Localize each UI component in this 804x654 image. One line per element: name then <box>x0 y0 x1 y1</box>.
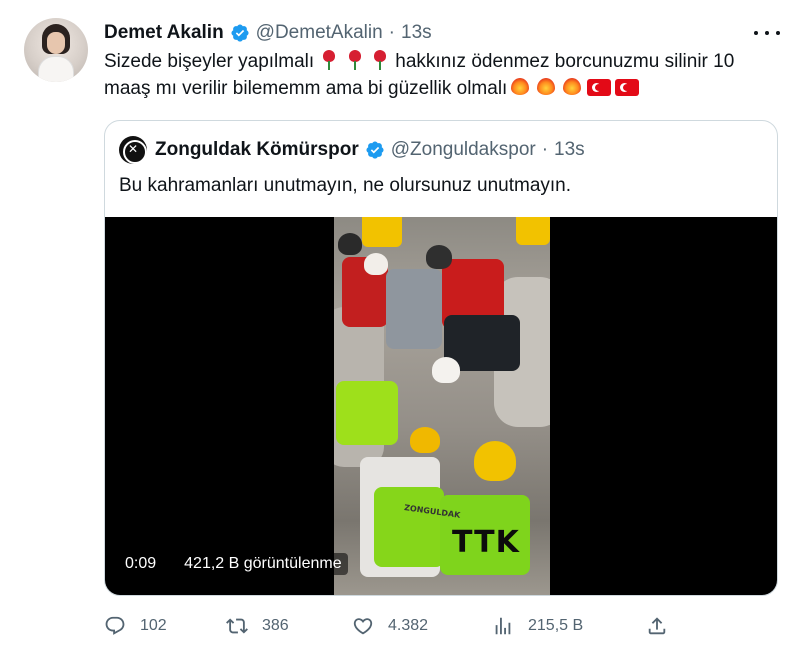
avatar-dress <box>38 56 74 82</box>
more-dot <box>776 31 780 35</box>
tweet-text-segment: Sizede bişeyler yapılmalı <box>104 51 315 72</box>
helmet <box>474 441 516 481</box>
video-duration: 0:09 <box>119 553 163 575</box>
rescuer-grey <box>386 269 442 349</box>
retweet-icon <box>226 618 248 634</box>
retweet-count: 386 <box>262 617 289 634</box>
share-button[interactable] <box>646 612 668 640</box>
reply-button[interactable]: 102 <box>104 612 167 640</box>
quoted-tweet[interactable]: Zonguldak Kömürspor @Zonguldakspor · 13s… <box>104 120 778 596</box>
retweet-button[interactable]: 386 <box>226 612 289 640</box>
tweet-time[interactable]: 13s <box>401 22 432 44</box>
quoted-tweet-text: Bu kahramanları unutmayın, ne olursunuz … <box>119 175 572 196</box>
helmet <box>432 357 460 383</box>
video-frame: ZONGULDAK TTK <box>334 217 550 595</box>
yellow-object <box>516 217 550 245</box>
views-button[interactable]: 215,5 B <box>492 612 583 640</box>
tweet-header: Demet Akalin @DemetAkalin · 13s <box>104 20 432 46</box>
separator-dot: · <box>388 22 395 43</box>
like-button[interactable]: 4.382 <box>352 612 428 640</box>
heart-on-fire-emoji-icon <box>509 75 531 97</box>
like-count: 4.382 <box>388 617 429 634</box>
avatar-face <box>47 32 65 54</box>
turkey-flag-emoji-icon <box>587 79 612 96</box>
rose-emoji-icon <box>321 50 337 70</box>
rose-emoji-icon <box>347 50 363 70</box>
author-handle[interactable]: @DemetAkalin <box>256 22 383 44</box>
tweet-text-segment: hakkınız ödenmez borcunuzmu silinir 10 <box>395 51 735 72</box>
action-bar: 102 386 4.382 215,5 B <box>104 612 678 640</box>
reply-icon <box>105 616 125 635</box>
views-icon <box>495 617 511 635</box>
quoted-author-name[interactable]: Zonguldak Kömürspor <box>155 139 359 161</box>
share-icon <box>648 617 666 635</box>
helmet <box>426 245 452 269</box>
tweet-text-segment: maaş mı verilir bilememm ama bi güzellik… <box>104 78 508 99</box>
video-info: 0:09 421,2 B görüntülenme <box>119 553 348 575</box>
tweet-text: Sizede bişeyler yapılmalı hakkınız ödenm… <box>104 48 784 102</box>
views-count: 215,5 B <box>528 617 584 634</box>
verified-badge-icon <box>366 141 384 159</box>
video-views: 421,2 B görüntülenme <box>178 553 348 575</box>
tweet-text-line-1: Sizede bişeyler yapılmalı hakkınız ödenm… <box>104 48 784 75</box>
quoted-author-avatar[interactable] <box>119 136 147 164</box>
tweet-text-line-2: maaş mı verilir bilememm ama bi güzellik… <box>104 75 784 102</box>
rescuer-green-vest <box>336 381 398 445</box>
heart-on-fire-emoji-icon <box>535 75 557 97</box>
turkey-flag-emoji-icon <box>615 79 640 96</box>
quoted-tweet-header: Zonguldak Kömürspor @Zonguldakspor · 13s <box>119 136 585 164</box>
helmet <box>364 253 388 275</box>
tweet: Demet Akalin @DemetAkalin · 13s Sizede b… <box>0 0 804 654</box>
separator-dot: · <box>541 139 549 160</box>
more-options-icon[interactable] <box>754 22 780 44</box>
author-name[interactable]: Demet Akalin <box>104 22 224 44</box>
heart-icon <box>353 618 373 635</box>
author-avatar[interactable] <box>24 18 88 82</box>
verified-badge-icon <box>231 24 249 42</box>
quoted-author-handle[interactable]: @Zonguldakspor <box>391 139 536 161</box>
more-dot <box>754 31 758 35</box>
yellow-object <box>362 217 402 247</box>
rescuer-green-vest <box>374 487 444 567</box>
heart-on-fire-emoji-icon <box>561 75 583 97</box>
more-dot <box>765 31 769 35</box>
helmet <box>338 233 362 255</box>
helmet <box>410 427 440 453</box>
reply-count: 102 <box>140 617 167 634</box>
video-player[interactable]: ZONGULDAK TTK 0:09 421,2 B görüntülenme <box>105 217 777 595</box>
vest-ttk-text: TTK <box>452 525 520 560</box>
quoted-tweet-time[interactable]: 13s <box>554 139 585 161</box>
rose-emoji-icon <box>372 50 388 70</box>
